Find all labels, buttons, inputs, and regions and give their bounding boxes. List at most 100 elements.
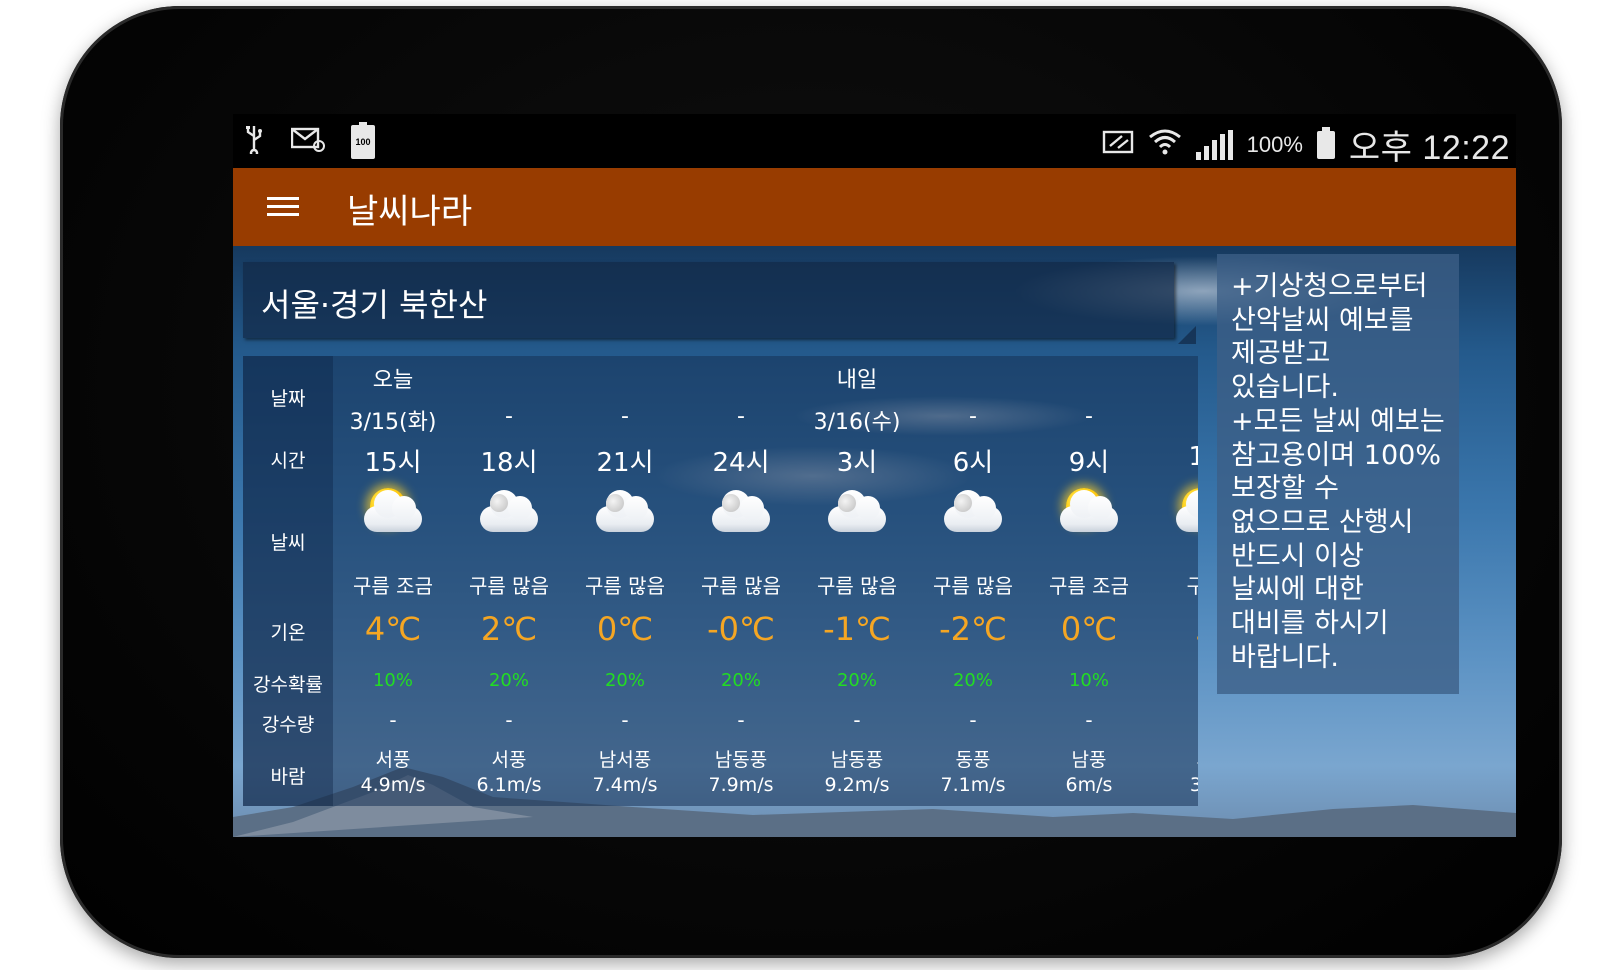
forecast-wind: 남풍 6m/s <box>1031 748 1147 798</box>
wind-direction: 서풍 <box>375 749 411 771</box>
forecast-pop: 20% <box>604 670 645 691</box>
forecast-temp: 3 <box>1147 610 1198 648</box>
app-title: 날씨나라 <box>347 192 473 232</box>
forecast-pop: 20% <box>952 670 993 691</box>
wind-speed: 9.2m/s <box>824 774 890 796</box>
forecast-column: - 24시 구름 많음 -0℃ 20% - 남동풍 7.9m/s <box>683 356 799 806</box>
forecast-time: 24시 <box>712 448 770 478</box>
wifi-icon <box>1148 127 1182 162</box>
forecast-wind: 서3.8 <box>1147 748 1198 798</box>
status-bar: 100 100% 오후 12:22 <box>233 114 1516 168</box>
wind-direction: 서풍 <box>491 749 527 771</box>
battery-small-label: 100 <box>355 137 371 147</box>
forecast-time: 12 <box>1188 442 1198 472</box>
forecast-wind: 서풍 4.9m/s <box>335 748 451 798</box>
forecast-time: 18시 <box>480 448 538 478</box>
row-label-rain: 강수량 <box>261 714 315 736</box>
forecast-rain: - <box>737 708 745 732</box>
clock: 오후 12:22 <box>1348 129 1510 167</box>
cloud-night-icon <box>704 486 778 546</box>
row-label-wind: 바람 <box>270 766 306 788</box>
row-label-column: 날짜 시간 날씨 기온 강수확률 강수량 바람 <box>243 356 333 806</box>
forecast-date: 3/16(수) <box>813 410 901 435</box>
usb-icon <box>243 124 265 160</box>
forecast-wind: 동풍 7.1m/s <box>915 748 1031 798</box>
cloud-night-icon <box>588 486 662 546</box>
forecast-rain: - <box>1085 708 1093 732</box>
sun-cloud-icon <box>1052 486 1126 546</box>
battery-icon <box>1316 126 1335 159</box>
forecast-pop: 20% <box>720 670 761 691</box>
forecast-time: 6시 <box>952 448 994 478</box>
forecast-column: - 6시구름 많음 -2℃ 20% - 동풍 7.1m/s <box>915 356 1031 806</box>
screen-mirror-icon <box>1102 128 1134 161</box>
forecast-column: 12 구름 3 1 서3.8 <box>1147 356 1198 806</box>
forecast-pop: 20% <box>836 670 877 691</box>
forecast-temp: 0℃ <box>596 610 654 648</box>
forecast-column: - 9시 구름 조금 0℃ 10% - 남풍 6m/s <box>1031 356 1147 806</box>
wind-direction: 동풍 <box>955 749 991 771</box>
forecast-temp: -1℃ <box>823 610 891 648</box>
forecast-desc: 구름 많음 <box>469 574 549 598</box>
cloud-night-icon <box>820 486 894 546</box>
forecast-desc: 구름 <box>1186 574 1198 598</box>
wind-speed: 7.1m/s <box>940 774 1006 796</box>
wind-direction: 남서풍 <box>598 749 652 771</box>
forecast-date: - <box>621 404 629 429</box>
app-bar: 날씨나라 <box>233 168 1516 246</box>
forecast-desc: 구름 조금 <box>353 574 433 598</box>
forecast-pop: 1 <box>1147 670 1198 691</box>
forecast-rain: - <box>389 708 397 732</box>
forecast-table: 날짜 시간 날씨 기온 강수확률 강수량 바람 오늘 3/15(화) 15시구름 조… <box>243 356 1198 806</box>
forecast-rain: - <box>969 708 977 732</box>
wind-direction: 서 <box>1147 748 1198 773</box>
forecast-rain: - <box>505 708 513 732</box>
forecast-temp: 4℃ <box>364 610 422 648</box>
forecast-day: 오늘 <box>372 368 414 393</box>
forecast-time: 9시 <box>1068 448 1110 478</box>
forecast-date: - <box>1085 404 1093 429</box>
forecast-time: 15시 <box>364 448 422 478</box>
row-label-time: 시간 <box>270 450 306 472</box>
forecast-desc: 구름 많음 <box>817 574 897 598</box>
forecast-temp: -0℃ <box>707 610 775 648</box>
forecast-wind: 남서풍 7.4m/s <box>567 748 683 798</box>
forecast-desc: 구름 많음 <box>933 574 1013 598</box>
forecast-column: 오늘 3/15(화) 15시구름 조금 4℃ 10% - 서풍 4.9m/s <box>335 356 451 806</box>
battery-percent: 100% <box>1246 131 1303 157</box>
cloud-night-icon <box>472 486 546 546</box>
screen: 100 100% 오후 12:22 날씨나라 서울·경기 북한산 날짜 시간 날… <box>233 114 1516 837</box>
forecast-pop: 10% <box>1068 670 1109 691</box>
forecast-time: 21시 <box>596 448 654 478</box>
notice-panel: +기상청으로부터 산악날씨 예보를 제공받고 있습니다. +모든 날씨 예보는 … <box>1217 254 1459 694</box>
wind-speed: 4.9m/s <box>360 774 426 796</box>
forecast-date: 3/15(화) <box>349 410 437 435</box>
forecast-day: 내일 <box>836 368 878 393</box>
forecast-column: 내일 3/16(수) 3시 구름 많음 -1℃ 20% - 남동풍 9.2m/s <box>799 356 915 806</box>
wind-direction: 남풍 <box>1071 749 1107 771</box>
tablet-frame: 100 100% 오후 12:22 날씨나라 서울·경기 북한산 날짜 시간 날… <box>60 6 1562 958</box>
row-label-pop: 강수확률 <box>253 674 323 696</box>
forecast-wind: 남동풍 9.2m/s <box>799 748 915 798</box>
row-label-weather: 날씨 <box>270 532 306 554</box>
wind-speed: 6.1m/s <box>476 774 542 796</box>
wind-direction: 남동풍 <box>830 749 884 771</box>
wind-speed: 7.4m/s <box>592 774 658 796</box>
forecast-desc: 구름 조금 <box>1049 574 1129 598</box>
forecast-pop: 10% <box>372 670 413 691</box>
forecast-temp: -2℃ <box>939 610 1007 648</box>
forecast-wind: 서풍 6.1m/s <box>451 748 567 798</box>
forecast-date: - <box>737 404 745 429</box>
forecast-rain: - <box>621 708 629 732</box>
mail-icon <box>290 126 325 158</box>
forecast-date: - <box>969 404 977 429</box>
forecast-desc: 구름 많음 <box>585 574 665 598</box>
battery-100-icon: 100 <box>351 122 375 159</box>
signal-icon <box>1195 129 1233 160</box>
location-title: 서울·경기 북한산 <box>261 286 488 324</box>
forecast-rain: - <box>853 708 861 732</box>
wind-speed: 7.9m/s <box>708 774 774 796</box>
forecast-pop: 20% <box>488 670 529 691</box>
forecast-wind: 남동풍 7.9m/s <box>683 748 799 798</box>
menu-icon[interactable] <box>267 194 299 218</box>
